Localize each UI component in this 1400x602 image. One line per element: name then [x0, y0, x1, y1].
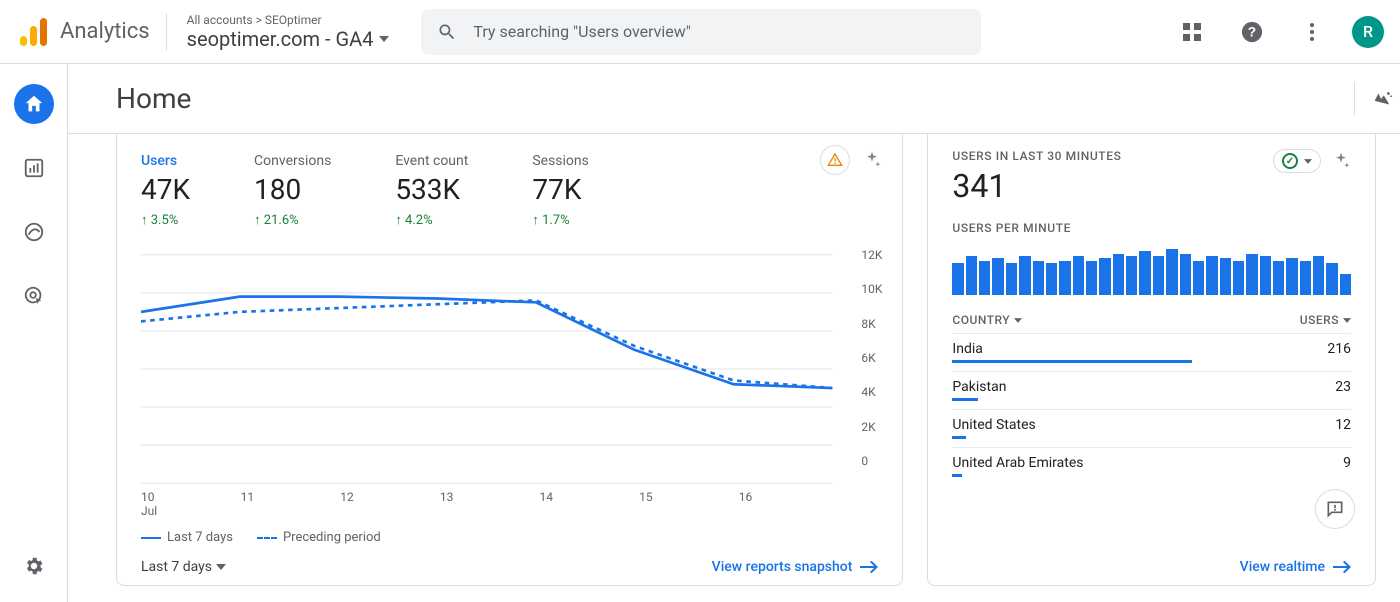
apps-grid-icon — [1183, 23, 1201, 41]
feedback-icon — [1325, 499, 1345, 519]
main-content: Home Users — [68, 64, 1400, 602]
nav-explore[interactable] — [14, 212, 54, 252]
explore-icon — [23, 221, 45, 243]
checkmark-icon: ✓ — [1282, 153, 1298, 169]
svg-text:?: ? — [1248, 24, 1256, 39]
home-icon — [23, 93, 45, 115]
date-range-selector[interactable]: Last 7 days — [141, 559, 226, 575]
breadcrumb: All accounts > SEOptimer — [187, 13, 390, 27]
gear-icon — [23, 555, 45, 577]
metrics-row: Users 47K 3.5% Conversions 180 21.6% Eve… — [141, 153, 878, 228]
product-logo[interactable]: Analytics — [16, 14, 150, 50]
line-chart: 12K10K8K6K4K2K0 — [141, 248, 878, 490]
feedback-button[interactable] — [1315, 489, 1355, 529]
country-row: Pakistan23 — [952, 371, 1351, 403]
card-insights-button[interactable] — [862, 150, 882, 170]
chevron-down-icon — [379, 36, 389, 42]
bar-chart-icon — [23, 157, 45, 179]
nav-reports[interactable] — [14, 148, 54, 188]
more-vert-icon — [1310, 23, 1314, 41]
chevron-down-icon — [1343, 318, 1351, 323]
product-name: Analytics — [60, 19, 150, 44]
users-per-minute-chart — [952, 249, 1351, 295]
page-title: Home — [116, 82, 191, 115]
country-row: United States12 — [952, 409, 1351, 441]
account-switcher[interactable]: All accounts > SEOptimer seoptimer.com -… — [166, 13, 390, 51]
avatar[interactable]: R — [1352, 16, 1384, 48]
search-placeholder: Try searching "Users overview" — [473, 22, 691, 41]
anomaly-warning-badge[interactable] — [820, 145, 850, 175]
apps-button[interactable] — [1172, 12, 1212, 52]
metric-event-count[interactable]: Event count 533K 4.2% — [395, 153, 468, 228]
country-row: India216 — [952, 333, 1351, 365]
chevron-down-icon — [216, 564, 226, 570]
metric-users[interactable]: Users 47K 3.5% — [141, 153, 190, 228]
insights-button[interactable] — [1354, 82, 1400, 115]
realtime-title: USERS IN LAST 30 MINUTES — [952, 149, 1121, 163]
users-column-header[interactable]: USERS — [1300, 313, 1351, 327]
page-header: Home — [68, 64, 1400, 134]
help-button[interactable]: ? — [1232, 12, 1272, 52]
overview-card: Users 47K 3.5% Conversions 180 21.6% Eve… — [116, 134, 903, 586]
analytics-logo-icon — [16, 14, 52, 50]
search-input[interactable]: Try searching "Users overview" — [421, 9, 981, 55]
metric-sessions[interactable]: Sessions 77K 1.7% — [532, 153, 589, 228]
card-insights-button[interactable] — [1331, 151, 1351, 171]
top-bar: Analytics All accounts > SEOptimer seopt… — [0, 0, 1400, 64]
chart-x-axis: 10Jul111213141516 — [141, 490, 878, 518]
insights-sparkle-icon — [1371, 88, 1393, 110]
chevron-down-icon — [1014, 318, 1022, 323]
view-reports-snapshot-link[interactable]: View reports snapshot — [712, 559, 879, 575]
realtime-users-count: 341 — [952, 167, 1121, 205]
header-actions: ? R — [1172, 12, 1384, 52]
more-button[interactable] — [1292, 12, 1332, 52]
chevron-down-icon — [1304, 159, 1312, 164]
target-click-icon — [23, 285, 45, 307]
arrow-right-icon — [860, 561, 878, 573]
metric-conversions[interactable]: Conversions 180 21.6% — [254, 153, 331, 228]
nav-rail — [0, 64, 68, 602]
chart-legend: Last 7 days Preceding period — [141, 530, 878, 545]
property-selector[interactable]: seoptimer.com - GA4 — [187, 27, 390, 51]
status-pill[interactable]: ✓ — [1273, 149, 1321, 173]
country-column-header[interactable]: COUNTRY — [952, 313, 1022, 327]
country-table-header: COUNTRY USERS — [952, 313, 1351, 327]
arrow-right-icon — [1333, 561, 1351, 573]
warning-triangle-icon — [827, 152, 843, 168]
realtime-card: USERS IN LAST 30 MINUTES 341 ✓ USERS PER… — [927, 134, 1376, 586]
help-icon: ? — [1241, 21, 1263, 43]
nav-admin[interactable] — [14, 546, 54, 586]
sparkle-icon — [862, 150, 882, 170]
view-realtime-link[interactable]: View realtime — [1240, 559, 1351, 575]
sparkle-icon — [1331, 151, 1351, 171]
nav-advertising[interactable] — [14, 276, 54, 316]
users-per-minute-title: USERS PER MINUTE — [952, 221, 1351, 235]
country-row: United Arab Emirates9 — [952, 447, 1351, 479]
nav-home[interactable] — [14, 84, 54, 124]
search-icon — [437, 22, 457, 42]
